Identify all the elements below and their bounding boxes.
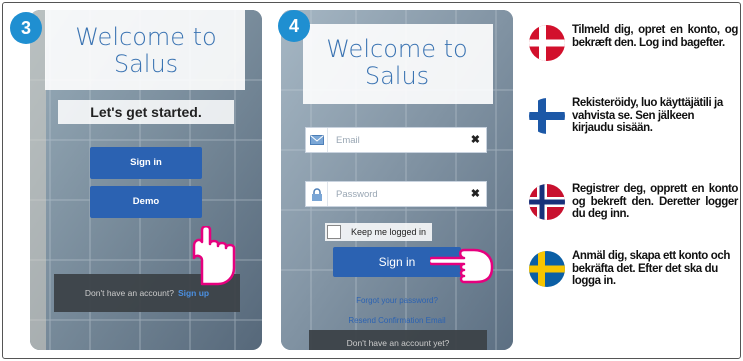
instruction-norwegian: Registrer deg, opprett en konto og bekre… bbox=[528, 183, 738, 221]
lock-icon bbox=[306, 182, 328, 206]
keep-logged-in-label: Keep me logged in bbox=[351, 227, 427, 237]
no-account-text: Don't have an account? bbox=[84, 288, 174, 298]
email-placeholder: Email bbox=[336, 134, 360, 146]
keep-logged-in[interactable]: Keep me logged in bbox=[325, 223, 433, 241]
instruction-swedish: Anmäl dig, skapa ett konto och bekräfta … bbox=[528, 250, 738, 288]
pointing-hand-icon bbox=[430, 248, 494, 284]
instruction-finnish: Rekisteröidy, luo käyttäjätili ja vahvis… bbox=[528, 97, 738, 135]
resend-confirmation-link[interactable]: Resend Confirmation Email bbox=[281, 316, 513, 325]
denmark-flag-icon bbox=[529, 25, 565, 61]
sign-up-link[interactable]: Sign up bbox=[178, 288, 209, 298]
password-field[interactable]: Password ✖ bbox=[305, 181, 487, 207]
demo-button[interactable]: Demo bbox=[90, 186, 202, 218]
tagline: Let's get started. bbox=[58, 100, 234, 124]
instruction-danish: Tilmeld dig, opret en konto, og bekræft … bbox=[528, 24, 738, 62]
phone-screen-step-4: Welcome to Salus Email ✖ Password ✖ Keep… bbox=[281, 10, 513, 350]
phone-screen-step-3: Welcome to Salus Let's get started. Sign… bbox=[30, 10, 262, 350]
instruction-text: Rekisteröidy, luo käyttäjätili ja vahvis… bbox=[572, 97, 723, 134]
norway-flag-icon bbox=[529, 184, 565, 220]
welcome-title: Welcome to Salus bbox=[75, 23, 217, 78]
no-account-bar: Don't have an account yet? bbox=[309, 330, 487, 350]
instruction-text: Tilmeld dig, opret en konto, og bekræft … bbox=[572, 24, 738, 49]
welcome-title: Welcome to Salus bbox=[326, 35, 468, 90]
clear-email-icon[interactable]: ✖ bbox=[471, 133, 480, 146]
instruction-text: Registrer deg, opprett en konto og bekre… bbox=[572, 183, 738, 220]
email-field[interactable]: Email ✖ bbox=[305, 127, 487, 153]
envelope-icon bbox=[306, 128, 328, 152]
forgot-password-link[interactable]: Forgot your password? bbox=[281, 296, 513, 305]
step-4-badge: 4 bbox=[278, 10, 310, 42]
pointing-hand-icon bbox=[192, 226, 236, 286]
finland-flag-icon bbox=[529, 98, 565, 134]
instruction-text: Anmäl dig, skapa ett konto och bekräfta … bbox=[572, 250, 730, 287]
keep-logged-in-checkbox[interactable] bbox=[327, 225, 341, 239]
password-placeholder: Password bbox=[336, 188, 378, 200]
step-3-badge: 3 bbox=[10, 12, 42, 44]
sign-in-button[interactable]: Sign in bbox=[90, 147, 202, 179]
clear-password-icon[interactable]: ✖ bbox=[471, 187, 480, 200]
sweden-flag-icon bbox=[529, 251, 565, 287]
